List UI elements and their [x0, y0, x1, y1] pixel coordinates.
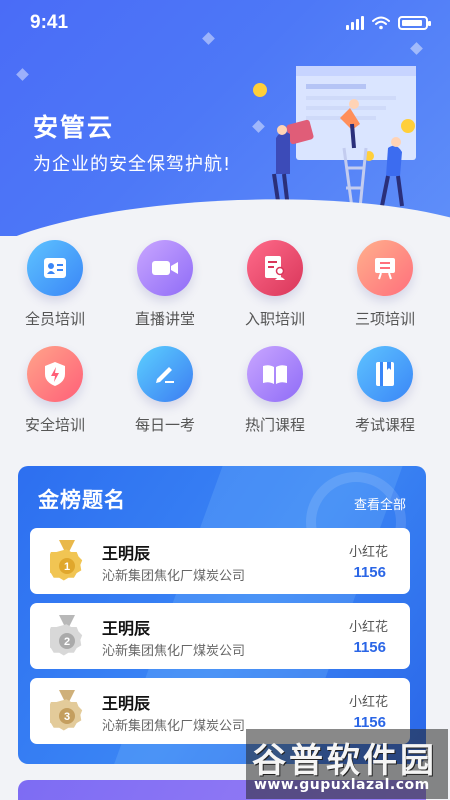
hero-banner: 9:41 安管云 为企业的安全保驾护航!	[0, 0, 450, 236]
silver-medal-icon: 2	[50, 615, 83, 656]
reward-tag: 小红花	[348, 545, 388, 560]
watermark-text: 谷普软件园	[252, 741, 437, 781]
status-icons	[346, 16, 431, 30]
feature-label: 每日一考	[134, 416, 195, 434]
shield-bolt-icon	[27, 346, 83, 402]
app-title: 安管云	[33, 113, 115, 142]
reward-tag: 小红花	[348, 620, 388, 635]
score-value: 1156	[353, 639, 386, 656]
feature-label: 直播讲堂	[134, 310, 195, 328]
medal-rank: 2	[64, 636, 70, 648]
feature-label: 入职培训	[244, 310, 305, 328]
medal-rank: 3	[64, 711, 70, 723]
feature-live-lecture[interactable]: 直播讲堂	[110, 240, 220, 329]
user-name: 王明辰	[102, 694, 151, 713]
feature-all-staff-training[interactable]: 全员培训	[0, 240, 110, 329]
user-name: 王明辰	[102, 544, 151, 563]
score-value: 1156	[353, 564, 386, 581]
watermark-logo: 谷普软件园 www.gupuxlazal.com	[246, 729, 448, 799]
feature-three-item-training[interactable]: 三项培训	[330, 240, 440, 329]
feature-label: 热门课程	[244, 416, 305, 434]
medal-rank: 1	[64, 561, 70, 573]
battery-icon	[398, 16, 431, 30]
ranking-row[interactable]: 2 王明辰 沁新集团焦化厂煤炭公司 小红花 1156	[30, 603, 410, 669]
feature-label: 考试课程	[354, 416, 415, 434]
user-name: 王明辰	[102, 619, 151, 638]
feature-exam-courses[interactable]: 考试课程	[330, 346, 440, 435]
wifi-icon	[372, 16, 390, 30]
pencil-icon	[137, 346, 193, 402]
hero-illustration-icon	[253, 66, 416, 209]
watermark-url: www.gupuxlazal.com	[254, 777, 430, 793]
signal-icon	[346, 16, 364, 30]
decor-diamond	[16, 68, 29, 81]
status-bar: 9:41	[0, 0, 450, 48]
id-card-icon	[27, 240, 83, 296]
feature-popular-courses[interactable]: 热门课程	[220, 346, 330, 435]
ranking-title: 金榜题名	[38, 488, 126, 512]
gold-medal-icon: 1	[50, 540, 83, 581]
feature-grid: 全员培训 直播讲堂 入职培训 三项培训 安全培训 每日一考 热门课程 考试课程	[0, 236, 450, 446]
document-user-icon	[247, 240, 303, 296]
user-company: 沁新集团焦化厂煤炭公司	[102, 644, 246, 659]
bronze-medal-icon: 3	[50, 690, 83, 731]
status-time: 9:41	[30, 12, 69, 33]
user-company: 沁新集团焦化厂煤炭公司	[102, 569, 246, 584]
video-icon	[137, 240, 193, 296]
board-icon	[357, 240, 413, 296]
view-all-link[interactable]: 查看全部	[354, 494, 406, 513]
app-slogan: 为企业的安全保驾护航!	[33, 154, 232, 175]
reward-tag: 小红花	[348, 695, 388, 710]
ranking-row[interactable]: 1 王明辰 沁新集团焦化厂煤炭公司 小红花 1156	[30, 528, 410, 594]
ranking-card: 金榜题名 查看全部 1 王明辰 沁新集团焦化厂煤炭公司 小红花 1156 2 王…	[18, 466, 426, 764]
open-book-icon	[247, 346, 303, 402]
user-company: 沁新集团焦化厂煤炭公司	[102, 719, 246, 734]
feature-label: 安全培训	[24, 416, 85, 434]
feature-daily-exam[interactable]: 每日一考	[110, 346, 220, 435]
feature-onboarding-training[interactable]: 入职培训	[220, 240, 330, 329]
feature-safety-training[interactable]: 安全培训	[0, 346, 110, 435]
feature-label: 全员培训	[24, 310, 85, 328]
book-icon	[357, 346, 413, 402]
feature-label: 三项培训	[354, 310, 415, 328]
